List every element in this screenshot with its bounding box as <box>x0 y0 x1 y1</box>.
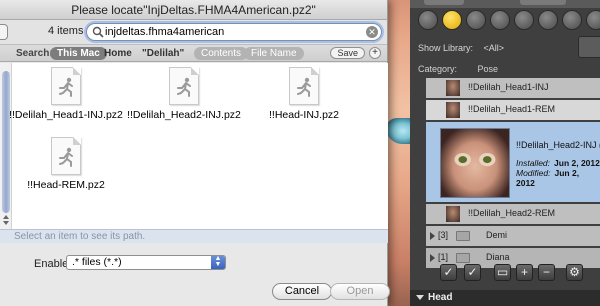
show-library-value[interactable]: <All> <box>484 43 505 53</box>
panel-tab-bar <box>410 0 600 8</box>
hands-icon[interactable] <box>514 10 534 30</box>
library-options-icon[interactable]: ⚙ <box>566 264 583 281</box>
item-thumbnail <box>446 102 460 118</box>
modified-info: Modified: Jun 2, 2012 <box>516 168 580 188</box>
folder-icon <box>456 231 470 241</box>
category-label: Category: <box>418 64 458 74</box>
library-action-buttons: ✓ ✓ ▭ + − ⚙ <box>426 264 600 284</box>
scope-delilah-button[interactable]: "Delilah" <box>142 47 184 60</box>
selected-library-item[interactable]: !!Delilah_Head2-INJ (load Installed:Jun … <box>426 122 600 202</box>
library-side-button[interactable] <box>578 36 600 58</box>
remove-item-icon[interactable]: − <box>538 264 555 281</box>
item-label: !!Delilah_Head2-REM <box>468 208 556 218</box>
open-file-dialog: Please locate"InjDeltas.FHMA4American.pz… <box>0 0 390 306</box>
library-items-list: !!Delilah_Head1-INJ !!Delilah_Head1-REM … <box>426 78 600 268</box>
item-thumbnail <box>446 80 460 96</box>
apply-add-check-icon[interactable]: ✓ <box>464 264 481 281</box>
file-name: !!Delilah_Head1-INJ.pz2 <box>9 109 123 121</box>
scope-file-name-button[interactable]: File Name <box>244 47 304 60</box>
scroll-down-arrow-icon[interactable] <box>3 221 9 225</box>
show-library[interactable]: Show Library: <All> <box>418 43 504 53</box>
path-bar: Select an item to see its path. <box>0 229 388 243</box>
search-input[interactable] <box>105 25 355 39</box>
item-label: !!Delilah_Head1-INJ <box>468 82 549 92</box>
file-name: !!Head-INJ.pz2 <box>268 109 340 121</box>
library-item[interactable]: !!Delilah_Head1-REM <box>426 100 600 120</box>
apply-check-icon[interactable]: ✓ <box>440 264 457 281</box>
folder-name: Demi <box>486 230 508 240</box>
add-item-icon[interactable]: + <box>516 264 533 281</box>
open-button[interactable]: Open <box>330 283 390 300</box>
category-value: Pose <box>477 64 499 74</box>
file-item[interactable]: !!Delilah_Head2-INJ.pz2 <box>124 67 244 121</box>
add-criteria-button[interactable]: + <box>369 47 381 59</box>
folder-count: [1] <box>438 252 449 262</box>
folder-row[interactable]: [3] Demi <box>426 226 600 246</box>
pose-file-icon <box>51 67 81 105</box>
expressions-icon[interactable] <box>466 10 486 30</box>
clear-search-icon[interactable]: ✕ <box>366 26 378 38</box>
cancel-button[interactable]: Cancel <box>272 283 332 300</box>
props-icon[interactable] <box>538 10 558 30</box>
poses-icon[interactable] <box>442 10 462 30</box>
scope-this-mac-button[interactable]: This Mac <box>50 47 107 60</box>
enable-select-value: .* files (*.*) <box>72 256 122 268</box>
installed-info: Installed: Jun 2, 2012 <box>516 158 600 168</box>
dialog-buttons: Cancel Open <box>0 283 390 303</box>
folder-icon <box>456 253 470 263</box>
dialog-title: Please locate"InjDeltas.FHMA4American.pz… <box>0 0 387 20</box>
scope-home-button[interactable]: Home <box>104 47 132 60</box>
dialog-toolbar: 4 items ✕ <box>0 20 387 44</box>
enable-select[interactable]: .* files (*.*) ▲ ▼ <box>66 255 226 270</box>
items-count: 4 items <box>48 25 84 37</box>
search-icon <box>92 26 104 38</box>
file-name: !!Head-REM.pz2 <box>27 179 105 191</box>
select-arrows-icon: ▲ ▼ <box>211 255 225 269</box>
file-browser[interactable]: !!Delilah_Head1-INJ.pz2 !!Delilah_Head2-… <box>0 63 388 229</box>
item-preview-thumbnail <box>440 128 510 198</box>
search-field[interactable]: ✕ <box>86 23 382 41</box>
add-folder-icon[interactable]: ▭ <box>494 264 511 281</box>
library-item[interactable]: !!Delilah_Head2-REM <box>426 204 600 224</box>
save-search-button[interactable]: Save <box>330 47 365 59</box>
search-scope-bar: Search: This Mac Home "Delilah" Contents… <box>0 44 387 62</box>
item-thumbnail <box>446 206 460 222</box>
pose-file-icon <box>51 137 81 175</box>
selected-item-label: !!Delilah_Head2-INJ (load <box>516 140 600 150</box>
scope-label: Search: <box>16 48 53 59</box>
folder-count: [3] <box>438 230 449 240</box>
hair-icon[interactable] <box>490 10 510 30</box>
category: Category: Pose <box>418 64 498 74</box>
panel-tab[interactable] <box>520 0 566 5</box>
item-label: !!Delilah_Head1-REM <box>468 104 556 114</box>
cameras-icon[interactable] <box>586 10 600 30</box>
disclosure-triangle-icon[interactable] <box>430 254 435 262</box>
library-category-icons <box>410 10 600 34</box>
show-library-label: Show Library: <box>418 43 474 53</box>
enable-row: Enable: .* files (*.*) ▲ ▼ <box>0 250 388 276</box>
figures-icon[interactable] <box>418 10 438 30</box>
library-panel: Show Library: <All> Category: Pose !!Del… <box>410 0 600 306</box>
file-item[interactable]: !!Delilah_Head1-INJ.pz2 <box>6 67 126 121</box>
file-name: !!Delilah_Head2-INJ.pz2 <box>127 109 241 121</box>
panel-tab[interactable] <box>424 0 464 5</box>
library-item[interactable]: !!Delilah_Head1-INJ <box>426 78 600 98</box>
back-button[interactable] <box>0 24 8 40</box>
folder-name: Diana <box>486 252 510 262</box>
file-item[interactable]: !!Head-REM.pz2 <box>6 137 126 191</box>
pose-file-icon <box>289 67 319 105</box>
scroll-up-arrow-icon[interactable] <box>3 215 9 219</box>
head-section-header[interactable]: Head <box>410 290 600 306</box>
lights-icon[interactable] <box>562 10 582 30</box>
scope-contents-button[interactable]: Contents <box>194 47 249 60</box>
disclosure-triangle-icon[interactable] <box>430 232 435 240</box>
pose-file-icon <box>169 67 199 105</box>
file-item[interactable]: !!Head-INJ.pz2 <box>244 67 364 121</box>
